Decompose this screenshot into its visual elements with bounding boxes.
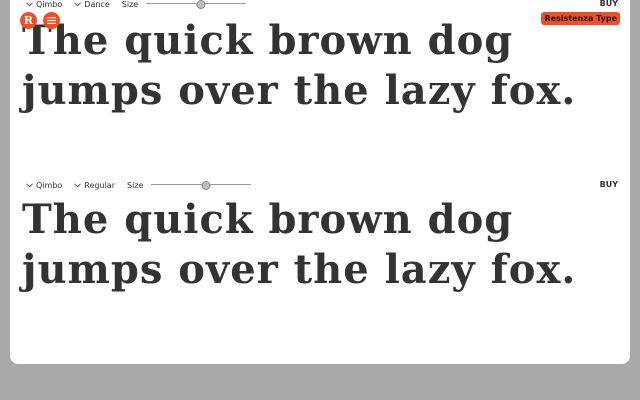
- chevron-down-icon: [74, 1, 82, 7]
- style-value: Regular: [84, 180, 115, 190]
- family-value: Qimbo: [36, 0, 63, 9]
- size-slider[interactable]: [146, 0, 247, 9]
- sample-text[interactable]: The quick brown dog jumps over the lazy …: [22, 195, 622, 295]
- slider-thumb[interactable]: [201, 181, 211, 190]
- size-label: Size: [121, 0, 139, 9]
- menu-button[interactable]: [43, 12, 60, 29]
- chevron-down-icon: [26, 182, 33, 188]
- brand-badge[interactable]: Resistenza Type: [541, 12, 620, 25]
- family-dropdown[interactable]: Qimbo: [26, 181, 62, 190]
- logo-letter: R: [23, 14, 34, 27]
- slider-thumb[interactable]: [196, 0, 206, 9]
- style-dropdown[interactable]: Regular: [74, 181, 115, 190]
- brand-logo[interactable]: R: [20, 12, 37, 29]
- family-dropdown[interactable]: Qimbo: [26, 0, 62, 9]
- buy-button[interactable]: BUY: [600, 179, 618, 191]
- size-label: Size: [126, 180, 144, 190]
- style-value: Dance: [84, 0, 110, 9]
- chevron-down-icon: [26, 1, 33, 7]
- hamburger-icon: [47, 17, 56, 24]
- style-dropdown[interactable]: Dance: [74, 0, 110, 9]
- font-tester-card: R Resistenza Type Qimbo Dance Size BUY T…: [10, 0, 630, 364]
- size-slider[interactable]: [151, 180, 252, 190]
- buy-button[interactable]: BUY: [600, 0, 618, 10]
- family-value: Qimbo: [36, 180, 63, 190]
- sample-text[interactable]: The quick brown dog jumps over the lazy …: [22, 16, 622, 116]
- row-2-toolbar: Qimbo Regular Size: [26, 179, 252, 191]
- row-1-toolbar: Qimbo Dance Size: [26, 0, 247, 10]
- chevron-down-icon: [74, 182, 82, 188]
